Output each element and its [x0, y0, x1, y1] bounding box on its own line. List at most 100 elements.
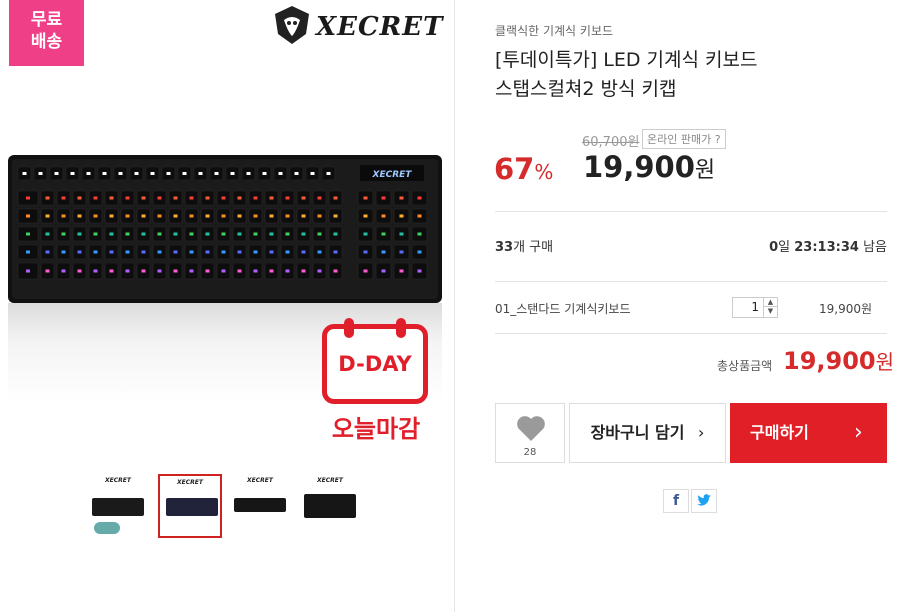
buy-now-button[interactable]: 구매하기 ›	[730, 403, 887, 463]
sold-count: 33개 구매	[495, 236, 553, 255]
quantity-input[interactable]: 1	[733, 298, 764, 317]
keycap-led	[77, 269, 82, 273]
keycap-led	[381, 250, 386, 254]
keycap-led	[26, 214, 30, 218]
keycap-led	[141, 196, 146, 200]
keycap-led	[173, 232, 178, 236]
facebook-share-icon[interactable]: f	[663, 489, 689, 513]
keycap-led	[269, 196, 274, 200]
keycap-led	[221, 214, 226, 218]
total-amount: 19,900	[783, 347, 876, 375]
keycap-led	[125, 250, 130, 254]
keycap-led	[86, 172, 91, 175]
free-shipping-line2: 배송	[30, 32, 63, 52]
keyboard-image: XECRET	[8, 155, 442, 303]
chevron-up-icon[interactable]: ▲	[764, 298, 777, 307]
keycap-led	[253, 250, 258, 254]
keycap-led	[102, 172, 107, 175]
keycap-led	[363, 232, 368, 236]
discount-rate: 67%	[494, 152, 553, 186]
like-button[interactable]: 28	[495, 403, 565, 463]
keycap-led	[237, 269, 242, 273]
keycap-led	[317, 214, 322, 218]
thumbnail-logo: XECRET	[317, 477, 343, 484]
online-price-badge[interactable]: 온라인 판매가 ?	[642, 129, 726, 149]
keycap-led	[326, 172, 331, 175]
keycap-led	[285, 214, 290, 218]
keycap-led	[26, 196, 30, 200]
thumbnail-4[interactable]: XECRET	[298, 474, 362, 538]
keycap-led	[301, 250, 306, 254]
keycap-led	[417, 232, 422, 236]
product-title-line2: 스탭스컬쳐2 방식 키캡	[495, 78, 677, 100]
add-to-cart-label: 장바구니 담기	[590, 423, 685, 442]
keycap-led	[399, 232, 404, 236]
keycap-led	[61, 196, 66, 200]
keycap-led	[26, 232, 30, 236]
keycap-led	[173, 196, 178, 200]
free-shipping-line1: 무료	[30, 10, 63, 30]
keycap-led	[417, 250, 422, 254]
keycap-led	[77, 250, 82, 254]
remain-label: 남음	[863, 240, 887, 255]
keycap-led	[45, 196, 50, 200]
keycap-led	[294, 172, 299, 175]
chevron-down-icon[interactable]: ▼	[764, 307, 777, 316]
thumbnail-strip: XECRET XECRET XECRET XECRET	[86, 474, 366, 540]
keycap-led	[333, 250, 338, 254]
keycap-led	[125, 196, 130, 200]
keycap-led	[61, 232, 66, 236]
keycap-led	[38, 172, 43, 175]
discount-unit: %	[534, 160, 554, 184]
keycap-led	[45, 250, 50, 254]
keycap-led	[237, 250, 242, 254]
keycap-led	[363, 269, 368, 273]
keycap-led	[333, 269, 338, 273]
keycap-led	[173, 250, 178, 254]
keycap-led	[253, 214, 258, 218]
brand-logo: XECRET	[272, 4, 450, 48]
thumbnail-1[interactable]: XECRET	[86, 474, 150, 538]
keycap-led	[205, 214, 210, 218]
keycap-led	[182, 172, 187, 175]
keycap-led	[237, 232, 242, 236]
time-remaining: 0일 23:13:34 남음	[769, 236, 887, 255]
keycap-led	[93, 250, 98, 254]
thumbnail-logo: XECRET	[105, 477, 131, 484]
divider-line	[495, 281, 887, 282]
keycap-led	[157, 250, 162, 254]
keycap-led	[26, 250, 30, 254]
keycap-led	[278, 172, 283, 175]
keycap-led	[417, 214, 422, 218]
keycap-led	[301, 269, 306, 273]
keycap-led	[157, 196, 162, 200]
add-to-cart-button[interactable]: 장바구니 담기 ›	[569, 403, 726, 463]
keycap-led	[141, 250, 146, 254]
product-page: 무료 배송 XECRET XECRET D-DAY 오늘마감 XECRET XE…	[0, 0, 922, 612]
keycap-led	[317, 196, 322, 200]
keycap-led	[205, 232, 210, 236]
heart-icon	[517, 416, 545, 441]
free-shipping-badge: 무료 배송	[9, 0, 84, 66]
keycap-led	[301, 214, 306, 218]
keycap-led	[45, 232, 50, 236]
keycap-led	[221, 232, 226, 236]
keycap-led	[285, 269, 290, 273]
keycap-led	[417, 196, 422, 200]
keycap-led	[141, 269, 146, 273]
keycap-led	[77, 196, 82, 200]
keycap-led	[221, 269, 226, 273]
keycap-led	[109, 214, 114, 218]
keycap-led	[189, 214, 194, 218]
quantity-stepper[interactable]: 1 ▲ ▼	[732, 297, 778, 318]
thumbnail-logo: XECRET	[177, 479, 203, 486]
product-title: [투데이특가] LED 기계식 키보드 스탭스컬쳐2 방식 키캡	[495, 46, 855, 104]
option-price: 19,900원	[819, 302, 873, 316]
keycap-led	[230, 172, 235, 175]
thumbnail-2[interactable]: XECRET	[158, 474, 222, 538]
sold-number: 33	[495, 240, 514, 255]
keycap-led	[70, 172, 75, 175]
twitter-share-icon[interactable]	[691, 489, 717, 513]
thumbnail-3[interactable]: XECRET	[228, 474, 292, 538]
keycap-led	[237, 214, 242, 218]
